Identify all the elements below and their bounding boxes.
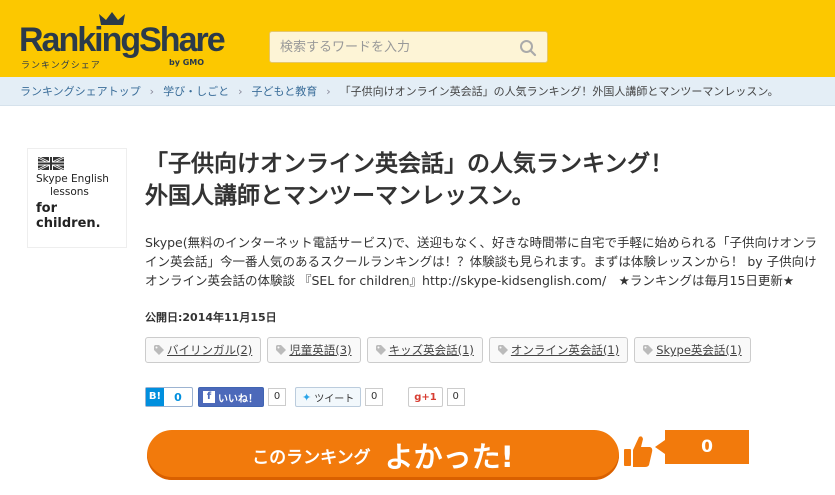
tweet-count: 0 bbox=[365, 388, 384, 406]
breadcrumb-separator: › bbox=[326, 85, 331, 98]
facebook-count: 0 bbox=[268, 388, 286, 406]
breadcrumb-separator: › bbox=[238, 85, 243, 98]
title-line: 「子供向けオンライン英会話」の人気ランキング！ bbox=[145, 151, 674, 177]
tweet-button[interactable]: ✦ ツイート bbox=[295, 387, 362, 407]
search-box bbox=[269, 31, 548, 63]
uk-flag-icon bbox=[38, 157, 64, 170]
google-plus-count: 0 bbox=[446, 388, 465, 406]
tag-item[interactable]: バイリンガル(2) bbox=[145, 337, 262, 363]
google-plus-label: g+1 bbox=[414, 391, 437, 403]
social-buttons: B! 0 f いいね！ 0 ✦ ツイート 0 g+1 0 bbox=[145, 387, 465, 407]
breadcrumb-kids-education[interactable]: 子どもと教育 bbox=[251, 85, 317, 98]
twitter-bird-icon: ✦ bbox=[302, 390, 312, 404]
breadcrumb-learning-work[interactable]: 学び・しごと bbox=[163, 85, 229, 98]
published-date: 公開日:2014年11月15日 bbox=[145, 311, 277, 324]
tag-label: バイリンガル(2) bbox=[167, 343, 253, 357]
logo-wordmark: RankingShare bbox=[19, 21, 226, 59]
page-title: 「子供向けオンライン英会話」の人気ランキング！ 外国人講師とマンツーマンレッスン… bbox=[145, 148, 815, 212]
facebook-icon: f bbox=[203, 391, 215, 403]
logo-gmo: by GMO bbox=[169, 58, 205, 67]
title-line: 外国人講師とマンツーマンレッスン。 bbox=[145, 183, 535, 209]
tag-icon bbox=[643, 345, 654, 355]
breadcrumb: ランキングシェアトップ › 学び・しごと › 子どもと教育 › 「子供向けオンライン英会話」… bbox=[0, 77, 835, 106]
tag-icon bbox=[497, 345, 508, 355]
facebook-like-label: いいね！ bbox=[218, 393, 258, 405]
tag-item[interactable]: オンライン英会話(1) bbox=[488, 337, 629, 363]
tag-label: オンライン英会話(1) bbox=[510, 343, 620, 357]
tag-list: バイリンガル(2) 児童英語(3) キッズ英会話(1) オンライン英会話(1) … bbox=[145, 337, 751, 363]
site-logo[interactable]: RankingShare ランキングシェア by GMO bbox=[19, 12, 226, 71]
tag-label: キッズ英会話(1) bbox=[388, 343, 474, 357]
tag-label: 児童英語(3) bbox=[289, 343, 352, 357]
breadcrumb-current: 「子供向けオンライン英会話」の人気ランキング！外国人講師とマンツーマンレッスン。 bbox=[339, 85, 779, 98]
thumbnail-text: for children. bbox=[36, 201, 101, 231]
tag-item[interactable]: Skype英会話(1) bbox=[634, 337, 751, 363]
thumbnail-text: lessons bbox=[50, 186, 89, 198]
tag-icon bbox=[375, 345, 386, 355]
breadcrumb-separator: › bbox=[149, 85, 155, 98]
tag-label: Skype英会話(1) bbox=[656, 343, 742, 357]
thumbs-up-icon bbox=[624, 436, 653, 467]
thumbnail-text: Skype English bbox=[36, 173, 109, 185]
hatena-bookmark-button[interactable]: B! 0 bbox=[145, 387, 193, 407]
logo-subtitle: ランキングシェア bbox=[21, 61, 101, 71]
facebook-like-button[interactable]: f いいね！ bbox=[198, 387, 264, 407]
ranking-main: Skype English lessons for children. 「子供向… bbox=[0, 106, 835, 495]
site-header: RankingShare ランキングシェア by GMO bbox=[0, 0, 835, 77]
good-button-small-text: このランキング bbox=[252, 447, 371, 468]
ranking-description: Skype(無料のインターネット電話サービス)で、送迎もなく、好きな時間帯に自宅… bbox=[145, 235, 818, 288]
hatena-icon: B! bbox=[146, 388, 164, 406]
tweet-label: ツイート bbox=[314, 393, 355, 405]
tag-item[interactable]: 児童英語(3) bbox=[267, 337, 361, 363]
good-button-big-text: よかった! bbox=[384, 440, 514, 474]
tag-icon bbox=[276, 345, 287, 355]
hatena-count: 0 bbox=[174, 390, 182, 404]
google-plus-button[interactable]: g+1 bbox=[408, 387, 443, 407]
good-count: 0 bbox=[655, 430, 749, 464]
breadcrumb-top[interactable]: ランキングシェアトップ bbox=[20, 85, 141, 98]
tag-icon bbox=[154, 345, 164, 355]
tag-item[interactable]: キッズ英会話(1) bbox=[366, 337, 483, 363]
ranking-thumbnail[interactable]: Skype English lessons for children. bbox=[27, 148, 127, 248]
search-icon[interactable] bbox=[519, 39, 537, 57]
good-ranking-button[interactable]: このランキング よかった! bbox=[147, 430, 619, 480]
search-input[interactable] bbox=[270, 32, 510, 62]
